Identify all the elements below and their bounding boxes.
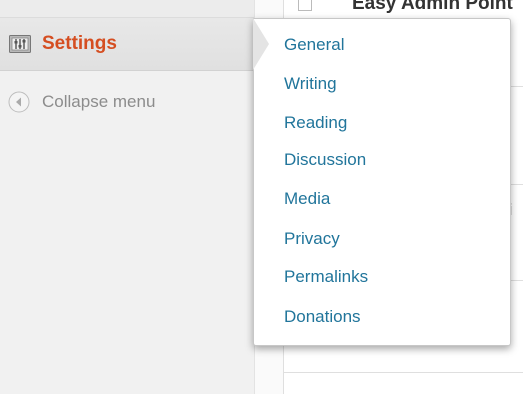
collapse-menu-button[interactable]: Collapse menu [0,84,254,120]
collapse-menu-label: Collapse menu [42,92,156,111]
admin-sidebar: Settings Collapse menu [0,0,255,394]
submenu-item-media[interactable]: Media [284,189,330,209]
submenu-item-permalinks[interactable]: Permalinks [284,267,368,287]
submenu-item-writing[interactable]: Writing [284,74,337,94]
submenu-item-reading[interactable]: Reading [284,113,347,133]
settings-icon [9,35,31,53]
submenu-item-discussion[interactable]: Discussion [284,150,366,170]
submenu-pointer-arrow [253,18,269,70]
sidebar-item-settings-label: Settings [42,33,117,54]
row-checkbox[interactable] [298,0,312,11]
submenu-item-privacy[interactable]: Privacy [284,229,340,249]
submenu-item-general[interactable]: General [284,35,344,55]
submenu-item-donations[interactable]: Donations [284,307,361,327]
sidebar-previous-item [0,0,254,18]
table-row-divider [283,372,523,373]
settings-submenu: General Writing Reading Discussion Media… [253,18,511,346]
plugin-title: Easy Admin Point [352,0,513,14]
collapse-arrow-icon [8,91,30,113]
sidebar-item-settings[interactable]: Settings [0,18,254,71]
